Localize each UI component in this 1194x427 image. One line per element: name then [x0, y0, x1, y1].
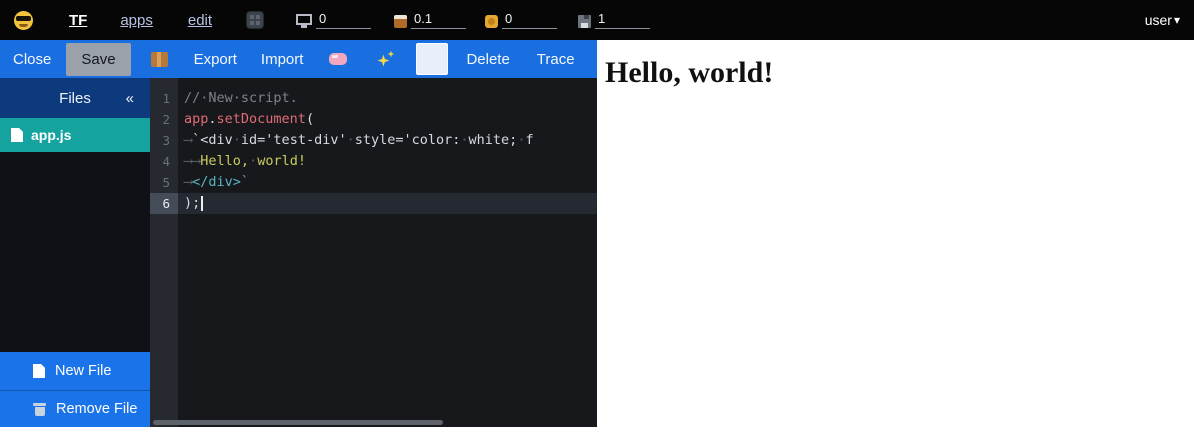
- tab-whitespace-marker: ⟶: [184, 153, 192, 169]
- floppy-icon: [578, 15, 591, 28]
- code-token: setDocument: [217, 111, 306, 127]
- space-whitespace-marker: ·: [347, 132, 355, 148]
- trash-icon: [33, 403, 46, 416]
- line-number: 1: [150, 88, 178, 109]
- code-line[interactable]: ⟶⟶Hello,·world!: [178, 151, 597, 172]
- code-area[interactable]: //·New·script.app.setDocument(⟶`<div·id=…: [178, 78, 597, 427]
- import-button[interactable]: Import: [261, 51, 304, 68]
- line-number: 3: [150, 130, 178, 151]
- code-token: style='color:: [355, 132, 461, 148]
- code-token: (: [306, 111, 314, 127]
- file-name: app.js: [31, 127, 71, 143]
- counter-floppy: 1: [578, 12, 650, 29]
- space-whitespace-marker: ·: [460, 132, 468, 148]
- line-number: 2: [150, 109, 178, 130]
- edit-link[interactable]: edit: [188, 12, 212, 29]
- code-line[interactable]: app.setDocument(: [178, 109, 597, 130]
- space-whitespace-marker: ·: [233, 132, 241, 148]
- code-token: //·New·script.: [184, 90, 298, 106]
- code-line[interactable]: //·New·script.: [178, 88, 597, 109]
- floppy-counter-value[interactable]: 1: [595, 12, 650, 29]
- monitor-icon: [296, 14, 312, 25]
- code-token: id='test-div': [241, 132, 347, 148]
- remove-file-button[interactable]: Remove File: [0, 390, 150, 427]
- line-number: 4: [150, 151, 178, 172]
- code-token: `<div: [192, 132, 233, 148]
- trace-button[interactable]: Trace: [537, 51, 575, 68]
- line-number-gutter: 123456: [150, 78, 178, 427]
- editor-toolbar: Close Save Export Import Delete Trace: [0, 40, 597, 78]
- code-token: .: [208, 111, 216, 127]
- delete-button[interactable]: Delete: [466, 51, 509, 68]
- counter-coin: 0: [485, 12, 557, 29]
- new-file-button[interactable]: New File: [0, 352, 150, 390]
- caret-down-icon: ▾: [1174, 13, 1180, 27]
- blank-button[interactable]: [416, 43, 448, 75]
- app-grid-icon[interactable]: [246, 11, 264, 29]
- monitor-counter-value[interactable]: 0: [316, 12, 371, 29]
- sunglasses-face-icon[interactable]: [14, 11, 33, 30]
- code-line[interactable]: ⟶`<div·id='test-div'·style='color:·white…: [178, 130, 597, 151]
- line-number: 5: [150, 172, 178, 193]
- code-token: white;: [469, 132, 518, 148]
- soap-icon[interactable]: [329, 53, 347, 65]
- user-menu[interactable]: user ▾: [1145, 12, 1180, 28]
- close-button[interactable]: Close: [13, 51, 51, 68]
- space-whitespace-marker: ·: [249, 153, 257, 169]
- code-token: f: [525, 132, 533, 148]
- code-line[interactable]: ⟶</div>`: [178, 172, 597, 193]
- code-line[interactable]: );: [178, 193, 597, 214]
- collapse-panel-icon[interactable]: «: [126, 90, 134, 107]
- export-button[interactable]: Export: [194, 51, 237, 68]
- text-cursor: [201, 196, 203, 211]
- coin-counter-value[interactable]: 0: [502, 12, 557, 29]
- apps-link[interactable]: apps: [120, 12, 153, 29]
- output-text: Hello, world!: [605, 56, 1194, 90]
- beer-counter-value[interactable]: 0.1: [411, 12, 466, 29]
- code-token: world!: [257, 153, 306, 169]
- code-token: );: [184, 195, 200, 211]
- coin-icon: [485, 15, 498, 28]
- code-editor[interactable]: 123456 //·New·script.app.setDocument(⟶`<…: [150, 78, 597, 427]
- save-button[interactable]: Save: [66, 43, 130, 76]
- beer-icon: [394, 15, 407, 28]
- new-file-icon: [33, 364, 45, 378]
- counter-beer: 0.1: [394, 12, 466, 29]
- new-file-label: New File: [55, 363, 111, 379]
- tab-whitespace-marker: ⟶: [184, 174, 192, 190]
- file-item-appjs[interactable]: app.js: [0, 118, 150, 152]
- package-icon[interactable]: [151, 52, 168, 67]
- user-menu-label: user: [1145, 12, 1172, 28]
- file-icon: [11, 128, 23, 142]
- tf-link[interactable]: TF: [69, 12, 87, 29]
- tab-whitespace-marker: ⟶: [184, 132, 192, 148]
- horizontal-scrollbar-thumb[interactable]: [153, 420, 443, 425]
- code-token: app: [184, 111, 208, 127]
- file-list: app.js: [0, 118, 150, 352]
- sparkles-icon[interactable]: [377, 51, 394, 68]
- code-token: Hello,: [200, 153, 249, 169]
- topbar: TF apps edit 0 0.1 0 1 user ▾: [0, 0, 1194, 40]
- counter-monitor: 0: [296, 12, 371, 29]
- line-number: 6: [150, 193, 178, 214]
- files-panel-header: Files «: [0, 78, 150, 118]
- remove-file-label: Remove File: [56, 401, 137, 417]
- code-token: </div>`: [192, 174, 249, 190]
- output-pane: Hello, world!: [597, 40, 1194, 427]
